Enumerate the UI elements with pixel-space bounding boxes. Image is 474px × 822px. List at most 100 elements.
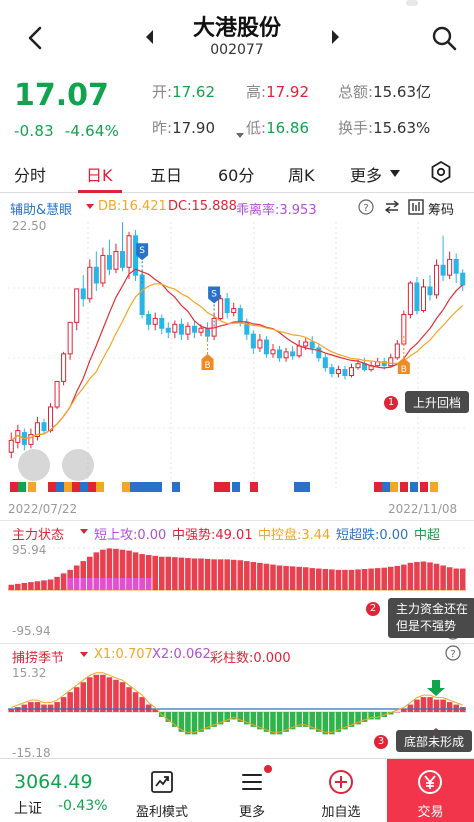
event-flag-icon xyxy=(146,482,154,492)
candlestick-chart[interactable]: S S B B xyxy=(0,218,474,500)
main-force-bar-strong xyxy=(87,578,93,590)
menu-list-icon xyxy=(242,774,262,790)
fishing-bar-positive xyxy=(54,702,60,712)
sell-signal-label: S xyxy=(139,246,145,256)
main-force-bar xyxy=(158,556,165,590)
high-field: 高:17.92 xyxy=(246,81,309,102)
main-force-bar-strong xyxy=(80,578,87,590)
help-icon[interactable]: ? xyxy=(358,199,374,215)
main-force-bar xyxy=(335,569,342,590)
open-value: 17.62 xyxy=(172,83,216,101)
tab-more[interactable]: 更多 xyxy=(350,162,382,186)
event-flag-icon xyxy=(88,482,96,492)
nav-more[interactable]: 更多 xyxy=(209,759,295,822)
more-dropdown-icon[interactable] xyxy=(390,170,400,178)
event-flag-icon xyxy=(420,482,428,492)
main-force-bar xyxy=(21,582,28,590)
amount-field: 总额:15.63亿 xyxy=(338,81,431,102)
indicator-selector[interactable]: 辅助&慧眼 xyxy=(10,199,72,218)
main-force-bar xyxy=(302,567,309,590)
chips-label[interactable]: 筹码 xyxy=(428,199,454,218)
event-flag-icon xyxy=(56,482,64,492)
main-force-bar-strong xyxy=(100,578,106,590)
swap-icon[interactable] xyxy=(384,199,400,215)
trade-button[interactable]: 交易 xyxy=(387,759,474,822)
candle-body xyxy=(139,274,145,315)
candle-body xyxy=(74,288,80,323)
main-force-bar xyxy=(41,580,47,590)
fishing-bar-positive xyxy=(34,702,41,712)
main-force-bar-strong xyxy=(73,578,80,590)
fishing-dropdown-icon[interactable] xyxy=(80,652,88,658)
tab-daily-k[interactable]: 日K xyxy=(86,162,113,186)
tab-weekly-k[interactable]: 周K xyxy=(288,162,315,186)
main-force-bar-strong xyxy=(93,578,100,590)
fishing-bar-negative xyxy=(329,712,335,735)
main-force-bar xyxy=(47,579,54,590)
main-chart-header: 辅助&慧眼 DB:16.421 DC:15.888 乖离率:3.953 ? 筹码 xyxy=(0,196,474,218)
fishing-help-icon[interactable]: ? xyxy=(445,645,461,661)
event-flag-icon xyxy=(430,482,438,492)
fishing-bar-positive xyxy=(440,699,446,712)
tab-five-day[interactable]: 五日 xyxy=(150,162,182,186)
candle-body xyxy=(185,325,191,335)
zoom-out-icon xyxy=(18,449,50,481)
candle-body xyxy=(257,339,263,349)
candle-body xyxy=(237,308,243,323)
turnover-label: 换手: xyxy=(338,119,374,137)
trade-label: 交易 xyxy=(417,805,444,820)
candle-body xyxy=(126,235,132,268)
tab-intraday[interactable]: 分时 xyxy=(14,162,46,186)
candle-body xyxy=(355,363,361,369)
low-label: 低: xyxy=(246,119,267,137)
main-force-bar-strong xyxy=(132,578,139,590)
main-force-bar xyxy=(185,558,191,590)
prev-close-label: 昨: xyxy=(152,119,173,137)
change-amount: -0.83 xyxy=(14,122,54,140)
candle-body xyxy=(401,313,407,345)
buy-signal-label: B xyxy=(401,365,407,375)
candle-body xyxy=(146,313,152,325)
search-icon[interactable] xyxy=(430,24,458,52)
main-force-bar xyxy=(289,566,296,590)
chips-icon[interactable] xyxy=(408,199,424,215)
main-force-bar xyxy=(244,561,250,590)
next-stock-icon[interactable] xyxy=(328,28,342,46)
event-flag-icon xyxy=(302,482,310,492)
high-label: 高: xyxy=(246,83,267,101)
main-force-bar xyxy=(54,576,60,590)
fishing-bar-negative xyxy=(191,712,198,735)
main-force-bar xyxy=(8,584,15,590)
candle-body xyxy=(427,286,433,296)
indicator-dropdown-icon[interactable] xyxy=(86,204,94,210)
main-force-bar xyxy=(459,568,466,590)
event-flag-icon xyxy=(72,482,80,492)
callout-2-line-2: 但是不强势 xyxy=(396,619,457,633)
callout-2-badge: 2 xyxy=(366,602,380,616)
nav-add-label: 加自选 xyxy=(321,805,361,820)
fishing-bar-positive xyxy=(28,702,34,712)
high-value: 17.92 xyxy=(266,83,310,101)
nav-profit-mode[interactable]: 盈利模式 xyxy=(119,759,205,822)
candle-body xyxy=(335,369,341,375)
notification-dot xyxy=(264,765,272,773)
expand-quote-icon[interactable] xyxy=(236,133,244,138)
candle-body xyxy=(172,323,178,333)
active-tab-indicator xyxy=(78,190,122,193)
price-change: -0.83 -4.64% xyxy=(14,122,119,140)
chart-settings-icon[interactable] xyxy=(430,161,452,183)
x1-value: X1:0.707 xyxy=(94,647,153,662)
fishing-bar-positive xyxy=(47,704,54,712)
candle-body xyxy=(460,272,466,286)
tab-60min[interactable]: 60分 xyxy=(218,162,254,186)
nav-add-watchlist[interactable]: 加自选 xyxy=(298,759,384,822)
main-force-bar xyxy=(296,566,302,590)
event-flag-icon xyxy=(80,482,88,492)
main-force-dropdown-icon[interactable] xyxy=(80,529,88,535)
down-arrow-icon xyxy=(427,680,445,696)
candle-body xyxy=(342,369,348,377)
event-flag-icon xyxy=(222,482,230,492)
candle-body xyxy=(67,321,73,355)
event-flag-icon xyxy=(232,482,240,492)
buy-signal-label: B xyxy=(204,361,210,371)
